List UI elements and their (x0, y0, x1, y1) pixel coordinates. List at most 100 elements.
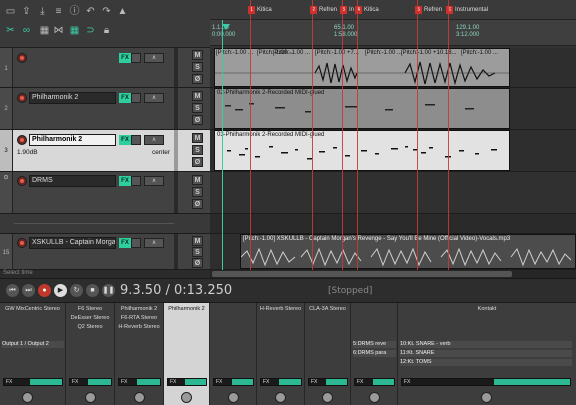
pan-knob[interactable] (22, 392, 33, 403)
stop-button[interactable]: ■ (86, 284, 99, 297)
fx-slot[interactable]: CLA-3A Stereo (307, 305, 348, 313)
track-name-field[interactable]: XSKULLB - Captain Morga (29, 237, 116, 249)
record-arm-button[interactable] (17, 93, 27, 103)
pan-knob[interactable] (322, 392, 333, 403)
mute-button[interactable]: M (192, 91, 203, 101)
track-1[interactable]: 1 FX ∧ M S Ø (0, 48, 210, 88)
mixer-strip[interactable]: GW MixCentric Stereo Output 1 / Output 2… (0, 303, 66, 405)
marker-lane[interactable]: 1 Kitica 2 Refren 3 In 4 Kitica 5 Refren 6 Ins… (210, 0, 576, 20)
send-slot[interactable]: 5:DRMS reve (353, 341, 396, 348)
pan-knob[interactable] (134, 392, 145, 403)
timeline-ruler[interactable]: 1.1.00 0:00.000 65.1.00 1:58.000 129.1.00 3… (210, 20, 576, 46)
envelope-button[interactable]: ∧ (144, 135, 164, 145)
send-slot[interactable]: 11:Kt. SNARE (400, 350, 572, 357)
solo-button[interactable]: S (192, 103, 203, 113)
fx-toggle[interactable]: FX (401, 378, 571, 386)
loop-button[interactable]: ↻ (70, 284, 83, 297)
solo-button[interactable]: S (192, 247, 203, 257)
mixer-strip[interactable]: FX (210, 303, 257, 405)
fx-button[interactable]: FX (119, 176, 131, 186)
pan-knob[interactable] (275, 392, 286, 403)
track-15-lane[interactable]: [Pitch:-1.00] XSKULLB - Captain Morgan's… (210, 234, 576, 270)
pause-button[interactable]: ❚❚ (102, 284, 115, 297)
fx-toggle[interactable]: FX (354, 378, 395, 386)
fx-toggle[interactable]: FX (167, 378, 207, 386)
mixer-strip-selected[interactable]: Philharmonik 2 FX (164, 303, 210, 405)
envelope-icon[interactable]: ⋈ (52, 25, 65, 37)
fx-slot[interactable]: H-Reverb Stereo (259, 305, 302, 313)
mute-button[interactable]: M (192, 175, 203, 185)
save-icon[interactable]: ⤓ (36, 6, 49, 18)
phase-button[interactable]: Ø (192, 157, 203, 167)
fx-toggle[interactable]: FX (308, 378, 348, 386)
send-slot[interactable]: 12:Kt. TOMS (400, 359, 572, 366)
solo-button[interactable]: S (192, 62, 203, 72)
marker[interactable]: 5 Refren (415, 6, 442, 16)
info-icon[interactable]: ⓘ (68, 6, 81, 18)
track-name-field[interactable]: Philharmonik 2 (29, 134, 116, 146)
marker[interactable]: 4 Kitica (355, 6, 379, 16)
envelope-button[interactable]: ∧ (144, 93, 164, 103)
lock-icon[interactable]: 🔒︎ (100, 25, 113, 37)
mixer-strip[interactable]: Kontakt 10:Kt. SNARE - verb 11:Kt. SNARE… (398, 303, 576, 405)
record-arm-button[interactable] (17, 176, 27, 186)
mixer-strip[interactable]: Philharmonik 2 F6-RTA Stereo H-Reverb St… (115, 303, 164, 405)
record-arm-button[interactable] (17, 135, 27, 145)
record-arm-button[interactable] (17, 238, 27, 248)
track-3-lane[interactable]: 03-Philharmonik 2-Recorded MIDI-glued (210, 130, 576, 172)
metronome-icon[interactable]: ▲ (116, 6, 129, 18)
folder-icon[interactable]: ⊙ (0, 174, 12, 181)
go-to-end-button[interactable]: ⏭ (22, 284, 35, 297)
envelope-button[interactable]: ∧ (144, 238, 164, 248)
fx-button[interactable]: FX (119, 93, 131, 103)
solo-button[interactable]: S (192, 187, 203, 197)
arrange-view[interactable]: 1 Kitica 2 Refren 3 In 4 Kitica 5 Refren 6 Ins… (210, 0, 576, 278)
go-to-start-button[interactable]: ⏮ (6, 284, 19, 297)
mixer-strip[interactable]: H-Reverb Stereo FX (257, 303, 305, 405)
fx-bypass-toggle[interactable] (131, 93, 141, 103)
audio-item[interactable]: [Pitch:-1.00 ... [Pitch:-1.00 ... [Pitch… (214, 48, 510, 87)
fx-slot[interactable]: Q2 Stereo (68, 323, 112, 331)
audio-item[interactable]: [Pitch:-1.00] XSKULLB - Captain Morgan's… (240, 234, 576, 269)
fx-toggle[interactable]: FX (213, 378, 254, 386)
mute-button[interactable]: M (192, 133, 203, 143)
item-grouping-icon[interactable]: ▦ (38, 25, 51, 37)
phase-button[interactable]: Ø (192, 74, 203, 84)
fx-slot[interactable]: H-Reverb Stereo (117, 323, 161, 331)
pan-knob[interactable] (228, 392, 239, 403)
mixer-strip[interactable]: F6 Stereo DeEsser Stereo Q2 Stereo FX (66, 303, 115, 405)
marker[interactable]: 6 Instrumental (446, 6, 488, 16)
fx-button[interactable]: FX (119, 135, 131, 145)
midi-item[interactable]: 02-Philharmonik 2-Recorded MIDI-glued (214, 88, 510, 129)
midi-item[interactable]: 03-Philharmonik 2-Recorded MIDI-glued (214, 130, 510, 171)
redo-icon[interactable]: ↷ (100, 6, 113, 18)
output-route[interactable]: Output 1 / Output 2 (2, 341, 64, 348)
playhead-icon[interactable] (222, 24, 230, 30)
grid-icon[interactable]: ▦ (68, 25, 81, 37)
marker[interactable]: 1 Kitica (248, 6, 272, 16)
mute-button[interactable]: M (192, 50, 203, 60)
send-slot[interactable]: 6:DRMS para (353, 350, 396, 357)
new-project-icon[interactable]: ▭ (4, 6, 17, 18)
track-3[interactable]: 3 Philharmonik 2 FX ∧ 1.90dB center M S … (0, 130, 210, 172)
record-button[interactable]: ● (38, 284, 51, 297)
snap-icon[interactable]: ⊃ (84, 25, 97, 37)
fx-bypass-toggle[interactable] (131, 176, 141, 186)
pan-knob[interactable] (85, 392, 96, 403)
trim-icon[interactable]: ✂ (4, 25, 17, 37)
scroll-thumb[interactable] (212, 271, 512, 277)
fx-slot[interactable]: GW MixCentric Stereo (2, 305, 63, 313)
fx-toggle[interactable]: FX (69, 378, 112, 386)
play-button[interactable]: ▶ (54, 284, 67, 297)
fx-slot[interactable]: Philharmonik 2 (117, 305, 161, 313)
envelope-button[interactable]: ∧ (144, 53, 164, 63)
track-1-lane[interactable]: [Pitch:-1.00 ... [Pitch:-1.00 ... [Pitch… (210, 48, 576, 88)
solo-button[interactable]: S (192, 145, 203, 155)
record-arm-button[interactable] (17, 53, 27, 63)
fx-button[interactable]: FX (119, 238, 131, 248)
pan-knob[interactable] (369, 392, 380, 403)
fx-bypass-toggle[interactable] (131, 53, 141, 63)
track-name-field[interactable]: Philharmonik 2 (29, 92, 116, 104)
mute-button[interactable]: M (192, 236, 203, 246)
drms-lane[interactable] (210, 172, 576, 214)
